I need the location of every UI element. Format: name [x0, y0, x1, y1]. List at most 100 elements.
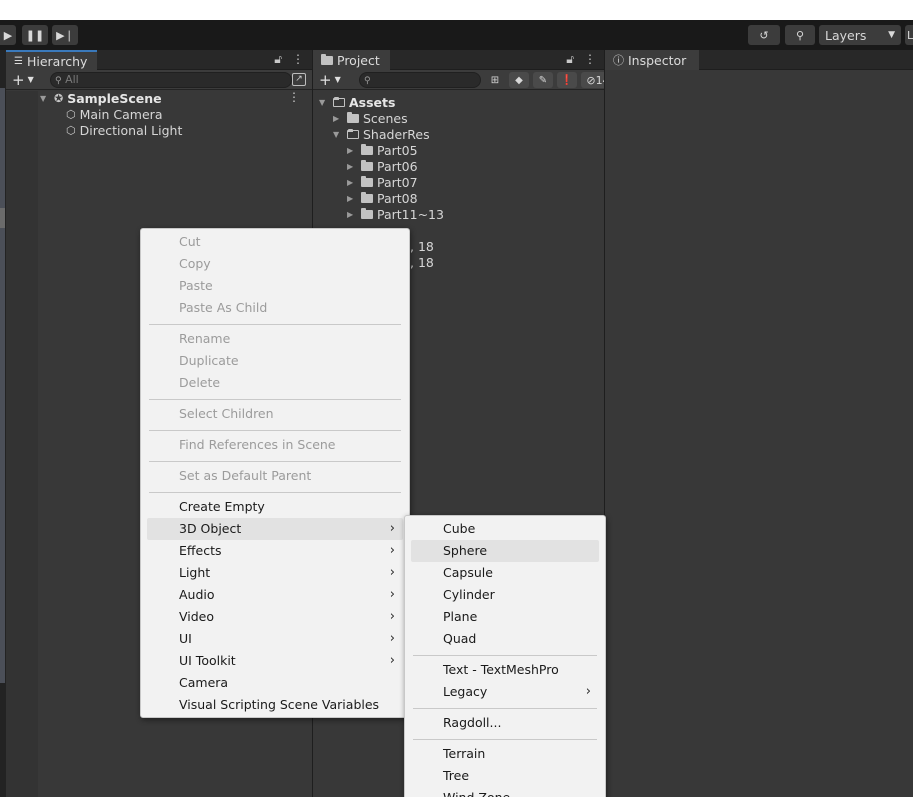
menu-item-duplicate: Duplicate — [179, 353, 239, 368]
expand-triangle-icon[interactable]: ▼ — [319, 98, 329, 107]
menu-item-set-default-parent: Set as Default Parent — [179, 468, 312, 483]
folder-name: Part11~13 — [377, 206, 444, 222]
search-button[interactable]: ⚲ — [785, 25, 815, 45]
3d-object-submenu: Cube Sphere Capsule Cylinder Plane Quad … — [404, 515, 606, 797]
create-button[interactable]: + ▼ — [12, 71, 34, 89]
menu-item-cut: Cut — [179, 234, 201, 249]
hierarchy-search-input[interactable]: ⚲ All — [50, 72, 292, 88]
submenu-item-sphere[interactable]: Sphere — [411, 540, 599, 562]
folder-assets[interactable]: ▼ Assets — [319, 94, 395, 110]
submenu-item-legacy[interactable]: Legacy › — [411, 681, 599, 703]
eye-slash-icon: ⊘ — [586, 73, 596, 87]
menu-item-rename: Rename — [179, 331, 231, 346]
menu-item-audio[interactable]: Audio › — [147, 584, 403, 606]
project-toolbar: + ▼ ⚲ ⊞ ◆ ✎ ❗ ⊘ 14 — [313, 70, 615, 90]
collapsed-triangle-icon[interactable]: ▶ — [347, 210, 357, 219]
tab-label: Project — [337, 52, 380, 68]
submenu-item-plane[interactable]: Plane — [411, 606, 599, 628]
create-button[interactable]: + ▼ — [319, 71, 341, 89]
folder-scenes[interactable]: ▶ Scenes — [333, 110, 408, 126]
folder-part11-13[interactable]: ▶ Part11~13 — [347, 206, 444, 222]
step-button[interactable]: ▶❘ — [52, 25, 78, 45]
menu-item-3d-object[interactable]: 3D Object › — [147, 518, 403, 540]
submenu-item-tree[interactable]: Tree — [411, 765, 599, 787]
plus-icon: + — [319, 71, 332, 89]
lock-icon[interactable]: 🔓︎ — [274, 52, 282, 67]
chevron-right-icon: › — [389, 587, 395, 602]
pause-button[interactable]: ❚❚ — [22, 25, 48, 45]
submenu-item-wind-zone[interactable]: Wind Zone — [411, 787, 599, 797]
kebab-menu-icon[interactable]: ⋮ — [292, 52, 304, 67]
scene-visibility-icon[interactable]: ↗ — [292, 73, 306, 86]
project-tabbar: Project 🔓︎ ⋮ — [313, 50, 604, 70]
menu-item-visual-scripting[interactable]: Visual Scripting Scene Variables — [147, 694, 403, 716]
submenu-item-cylinder[interactable]: Cylinder — [411, 584, 599, 606]
menu-item-ui-toolkit[interactable]: UI Toolkit › — [147, 650, 403, 672]
layers-dropdown[interactable]: Layers ▼ — [819, 25, 901, 45]
tree-item-scene[interactable]: ▼ ✪ SampleScene ⋮ — [40, 90, 310, 106]
folder-part05[interactable]: ▶ Part05 — [347, 142, 418, 158]
menu-item-camera[interactable]: Camera — [147, 672, 403, 694]
menu-item-light[interactable]: Light › — [147, 562, 403, 584]
layout-dropdown[interactable]: L — [905, 25, 913, 45]
folder-part06[interactable]: ▶ Part06 — [347, 158, 418, 174]
tree-item-main-camera[interactable]: ⬡ Main Camera — [66, 106, 162, 122]
chevron-right-icon: › — [389, 543, 395, 558]
filter-by-type-icon[interactable]: ◆ — [509, 72, 529, 88]
play-icon: ▶ — [3, 28, 13, 42]
menu-item-effects[interactable]: Effects › — [147, 540, 403, 562]
menu-item-paste-as-child: Paste As Child — [179, 300, 268, 315]
submenu-item-terrain[interactable]: Terrain — [411, 743, 599, 765]
menu-item-find-references: Find References in Scene — [179, 437, 336, 452]
submenu-item-capsule[interactable]: Capsule — [411, 562, 599, 584]
menu-item-label: Video — [179, 609, 215, 624]
collapsed-triangle-icon[interactable]: ▶ — [347, 146, 357, 155]
chevron-right-icon: › — [389, 521, 395, 536]
tab-hierarchy[interactable]: ☰ Hierarchy — [6, 50, 98, 70]
folder-name: Part05 — [377, 142, 418, 158]
project-search-input[interactable]: ⚲ — [359, 72, 481, 88]
pause-icon: ❚❚ — [25, 28, 45, 42]
menu-item-video[interactable]: Video › — [147, 606, 403, 628]
folder-part08[interactable]: ▶ Part08 — [347, 190, 418, 206]
play-button[interactable]: ▶ — [0, 25, 16, 45]
expand-triangle-icon[interactable]: ▼ — [40, 94, 50, 103]
folder-partial[interactable]: , 18 — [410, 238, 434, 254]
menu-separator — [413, 739, 597, 740]
collapsed-triangle-icon[interactable]: ▶ — [347, 194, 357, 203]
submenu-item-cube[interactable]: Cube — [411, 518, 599, 540]
tab-project[interactable]: Project — [313, 50, 390, 70]
lock-icon[interactable]: 🔓︎ — [566, 52, 574, 67]
kebab-menu-icon[interactable]: ⋮ — [584, 52, 596, 67]
chevron-right-icon: › — [585, 684, 591, 699]
chevron-down-icon: ▼ — [888, 30, 895, 40]
hierarchy-context-menu: Cut Copy Paste Paste As Child Rename Dup… — [140, 228, 410, 718]
folder-partial[interactable]: , 18 — [410, 254, 434, 270]
collapsed-triangle-icon[interactable]: ▶ — [347, 178, 357, 187]
warning-icon[interactable]: ❗ — [557, 72, 577, 88]
menu-item-ui[interactable]: UI › — [147, 628, 403, 650]
unity-scene-icon: ✪ — [54, 91, 64, 105]
collapsed-triangle-icon[interactable]: ▶ — [347, 162, 357, 171]
menu-item-create-empty[interactable]: Create Empty — [147, 496, 403, 518]
folder-icon — [361, 143, 373, 155]
folder-part07[interactable]: ▶ Part07 — [347, 174, 418, 190]
search-by-type-icon[interactable]: ⊞ — [485, 72, 505, 88]
expand-triangle-icon[interactable]: ▼ — [333, 130, 343, 139]
tab-inspector[interactable]: ⓘ Inspector — [605, 50, 699, 70]
menu-item-copy: Copy — [179, 256, 211, 271]
folder-icon — [361, 191, 373, 203]
submenu-item-text-tmp[interactable]: Text - TextMeshPro — [411, 659, 599, 681]
menu-separator — [413, 655, 597, 656]
submenu-item-quad[interactable]: Quad — [411, 628, 599, 650]
undo-history-button[interactable]: ↺ — [748, 25, 780, 45]
search-filter-icon: ⚲ — [55, 76, 62, 86]
filter-by-label-icon[interactable]: ✎ — [533, 72, 553, 88]
tree-item-directional-light[interactable]: ⬡ Directional Light — [66, 122, 182, 138]
chevron-down-icon: ▼ — [334, 75, 341, 84]
submenu-item-ragdoll[interactable]: Ragdoll... — [411, 712, 599, 734]
folder-shaderres[interactable]: ▼ ShaderRes — [333, 126, 430, 142]
kebab-menu-icon[interactable]: ⋮ — [288, 90, 300, 104]
collapsed-triangle-icon[interactable]: ▶ — [333, 114, 343, 123]
hierarchy-toolbar: + ▼ ⚲ All ↗ — [6, 70, 312, 90]
